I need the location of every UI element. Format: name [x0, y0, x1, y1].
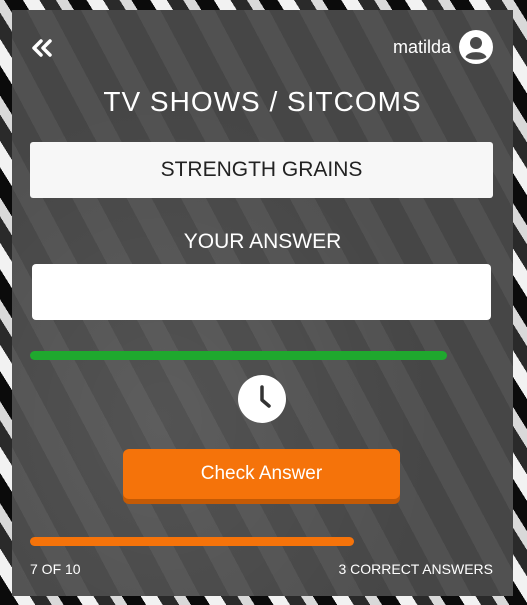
check-answer-button[interactable]: Check Answer [123, 449, 400, 499]
question-counter: 7 OF 10 [30, 561, 81, 577]
username: matilda [392, 36, 451, 57]
user-menu[interactable]: matilda [393, 30, 493, 64]
question-text: STRENGTH GRAINS [160, 158, 363, 181]
question-box: STRENGTH GRAINS [30, 142, 493, 198]
user-avatar-icon[interactable] [459, 30, 493, 64]
answer-input[interactable] [32, 264, 491, 320]
quiz-progress-fill [30, 537, 355, 546]
category-title: TV SHOWS / SITCOMS [103, 86, 422, 117]
answer-label: YOUR ANSWER [183, 230, 342, 253]
correct-answers-count: 3 CORRECT ANSWERS [338, 561, 493, 577]
timer-bar [30, 351, 493, 360]
clock-icon [238, 375, 286, 423]
timer-bar-fill [30, 351, 447, 360]
quiz-progress-bar [30, 537, 493, 546]
quiz-card: matilda TV SHOWS / SITCOMS STRENGTH GRAI… [12, 10, 513, 596]
double-chevron-left-icon[interactable] [30, 38, 54, 58]
